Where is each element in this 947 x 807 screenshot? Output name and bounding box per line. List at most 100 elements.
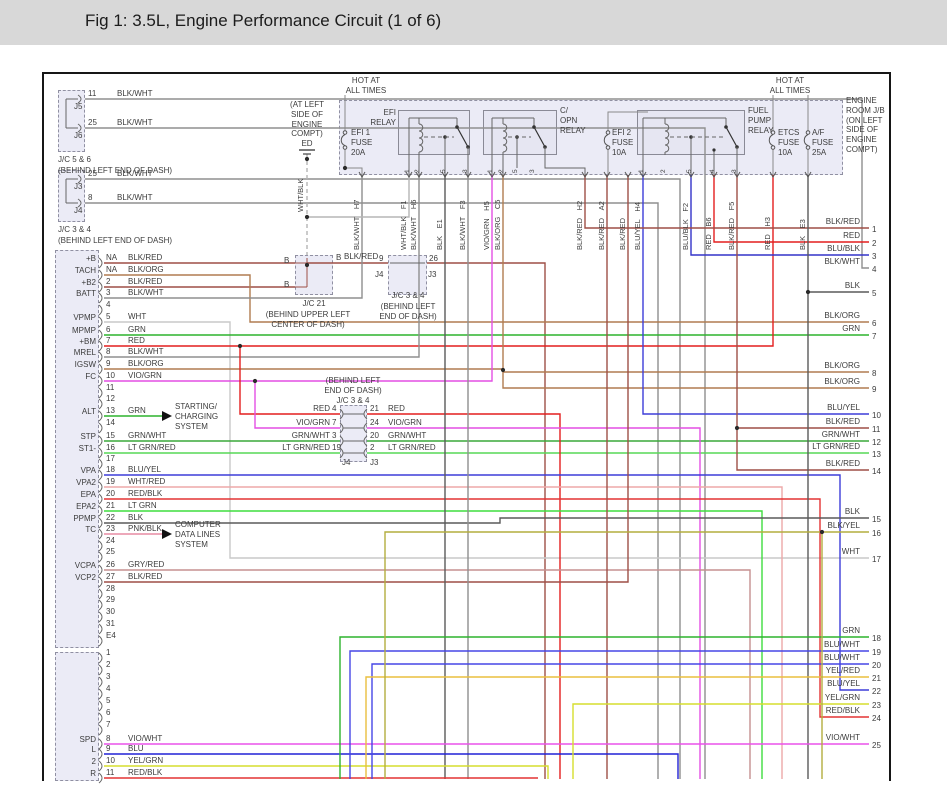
connector-pin-number: E4 bbox=[106, 631, 116, 641]
connector-pin-number: 6 bbox=[106, 325, 110, 335]
right-wire-number: 18 bbox=[872, 634, 881, 644]
relay-pin-number: 3 bbox=[462, 169, 469, 173]
right-wire-color-label: BLU/YEL bbox=[742, 679, 860, 689]
connector-pin-label: 2 bbox=[20, 757, 96, 767]
jc21-name: J/C 21 bbox=[292, 299, 336, 309]
connector-pin-number: 6 bbox=[106, 708, 110, 718]
jc21-pin-left-2: B bbox=[284, 280, 289, 290]
connector-pin-label: +BM bbox=[20, 337, 96, 347]
wire-color-label: BLK/WHT bbox=[117, 89, 153, 99]
jc21-location: (BEHIND UPPER LEFT CENTER OF DASH) bbox=[258, 310, 358, 330]
computer-data-lines-system-label: COMPUTER DATA LINES SYSTEM bbox=[175, 520, 221, 549]
jc34m-pin-out: 26 bbox=[429, 254, 438, 264]
connector-pin-number: 18 bbox=[106, 465, 115, 475]
right-wire-number: 5 bbox=[872, 289, 876, 299]
jc56-location: (BEHIND LEFT END OF DASH) bbox=[58, 166, 172, 176]
connector-pin-label: FC bbox=[20, 372, 96, 382]
connector-pin-label: ST1- bbox=[20, 444, 96, 454]
connector-pin-number: 4 bbox=[106, 300, 110, 310]
right-wire-color-label: BLK/ORG bbox=[742, 311, 860, 321]
wire-color-label: BLK/ORG bbox=[128, 359, 164, 369]
jc34l-right-color: GRN/WHT bbox=[388, 431, 426, 441]
connector-pin-label: R bbox=[20, 769, 96, 779]
hot-at-all-times-right: HOT AT ALL TIMES bbox=[764, 76, 816, 96]
jc34m-location: (BEHIND LEFT END OF DASH) bbox=[378, 302, 438, 322]
ground-location-label: (AT LEFT SIDE OF ENGINE COMPT) ED bbox=[282, 100, 332, 149]
right-wire-color-label: WHT bbox=[742, 547, 860, 557]
relay-box bbox=[398, 110, 470, 155]
connector-pin-label: MPMP bbox=[20, 326, 96, 336]
connector-pin-number: 14 bbox=[106, 418, 115, 428]
wire-color-label: BLK/WHT bbox=[128, 347, 164, 357]
connector-pin-number: 16 bbox=[106, 443, 115, 453]
connector-pin-label: +B bbox=[20, 254, 96, 264]
engine-room-jb-label: ENGINE ROOM J/B (ON LEFT SIDE OF ENGINE … bbox=[846, 96, 885, 155]
right-wire-number: 11 bbox=[872, 425, 880, 435]
jc34l-right-num: 21 bbox=[370, 404, 379, 414]
wire-color-label: WHT/RED bbox=[128, 477, 165, 487]
jc34l-left-num: 4 bbox=[332, 404, 336, 414]
wire-color-label: RED/BLK bbox=[128, 768, 162, 778]
right-wire-color-label: BLK/RED bbox=[742, 417, 860, 427]
connector-pin-label: BATT bbox=[20, 289, 96, 299]
jc-pin-code: J6 bbox=[74, 131, 82, 141]
jc34l-left-color: VIO/GRN bbox=[264, 418, 330, 428]
wire-color-label: VIO/WHT bbox=[128, 734, 162, 744]
connector-pin-number: 8 bbox=[106, 347, 110, 357]
connector-pin-label: VCPA bbox=[20, 561, 96, 571]
connector-pin-number: 9 bbox=[106, 359, 110, 369]
connector-pin-number: 4 bbox=[106, 684, 110, 694]
jc34-top-location: (BEHIND LEFT END OF DASH) bbox=[58, 236, 172, 246]
right-wire-color-label: BLU/WHT bbox=[742, 653, 860, 663]
connector-pin-number: 20 bbox=[106, 489, 115, 499]
right-wire-number: 4 bbox=[872, 265, 876, 275]
connector-pin-number: 25 bbox=[106, 547, 115, 557]
jc34l-code-right: J3 bbox=[370, 458, 378, 468]
drop-wire-label-F5: BLK/RED F5 bbox=[727, 202, 736, 250]
connector-pin-number: 10 bbox=[106, 371, 115, 381]
junction-box bbox=[58, 90, 85, 152]
right-wire-number: 25 bbox=[872, 741, 881, 751]
connector-pin-label: MREL bbox=[20, 348, 96, 358]
wire-color-label: GRN bbox=[128, 325, 146, 335]
connector-pin-label: ALT bbox=[20, 407, 96, 417]
right-wire-color-label: BLK bbox=[742, 281, 860, 291]
jc-pin-code: J5 bbox=[74, 102, 82, 112]
connector-pin-number: 8 bbox=[106, 734, 110, 744]
relay-pin-number: 2 bbox=[660, 169, 667, 173]
af-fuse-label: A/F FUSE 25A bbox=[812, 128, 833, 157]
connector-pin-number: 17 bbox=[106, 454, 115, 464]
wire-color-label: BLU/YEL bbox=[128, 465, 161, 475]
drop-wire-label-C5: BLK/ORG C5 bbox=[493, 200, 502, 250]
connector-pin-number: 15 bbox=[106, 431, 115, 441]
wire-color-label: BLK/WHT bbox=[128, 288, 164, 298]
connector-pin-number: NA bbox=[106, 265, 117, 275]
relay-pin-number: 2 bbox=[498, 169, 505, 173]
wire-color-label: BLK/WHT bbox=[117, 169, 153, 179]
right-wire-number: 14 bbox=[872, 467, 881, 477]
jc34-top-name: J/C 3 & 4 bbox=[58, 225, 91, 235]
jc-pin-code: J3 bbox=[74, 182, 82, 192]
right-wire-color-label: GRN bbox=[742, 324, 860, 334]
connector-pin-number: 29 bbox=[106, 595, 115, 605]
right-wire-color-label: BLU/YEL bbox=[742, 403, 860, 413]
right-wire-color-label: RED/BLK bbox=[742, 706, 860, 716]
junction-box bbox=[340, 405, 367, 462]
jc34l-code-left: J4 bbox=[342, 458, 350, 468]
connector-pin-number: 11 bbox=[106, 768, 114, 778]
connector-pin-number: 11 bbox=[106, 383, 114, 393]
drop-wire-label-E1: BLK E1 bbox=[435, 219, 444, 250]
drop-wire-label-H3: RED H3 bbox=[763, 217, 772, 250]
relay-pin-number: 1 bbox=[487, 169, 494, 173]
wire-color-label: LT GRN bbox=[128, 501, 157, 511]
jc21-pin-right: B bbox=[336, 253, 341, 263]
right-wire-color-label: VIO/WHT bbox=[742, 733, 860, 743]
wire-color-label: BLK/WHT bbox=[117, 193, 153, 203]
right-wire-number: 3 bbox=[872, 252, 876, 262]
right-wire-number: 22 bbox=[872, 687, 881, 697]
connector-pin-number: 12 bbox=[106, 394, 115, 404]
right-wire-color-label: BLU/WHT bbox=[742, 640, 860, 650]
connector-pin-label: EPA bbox=[20, 490, 96, 500]
jc34l-left-color: RED bbox=[264, 404, 330, 414]
connector-pin-label: L bbox=[20, 745, 96, 755]
